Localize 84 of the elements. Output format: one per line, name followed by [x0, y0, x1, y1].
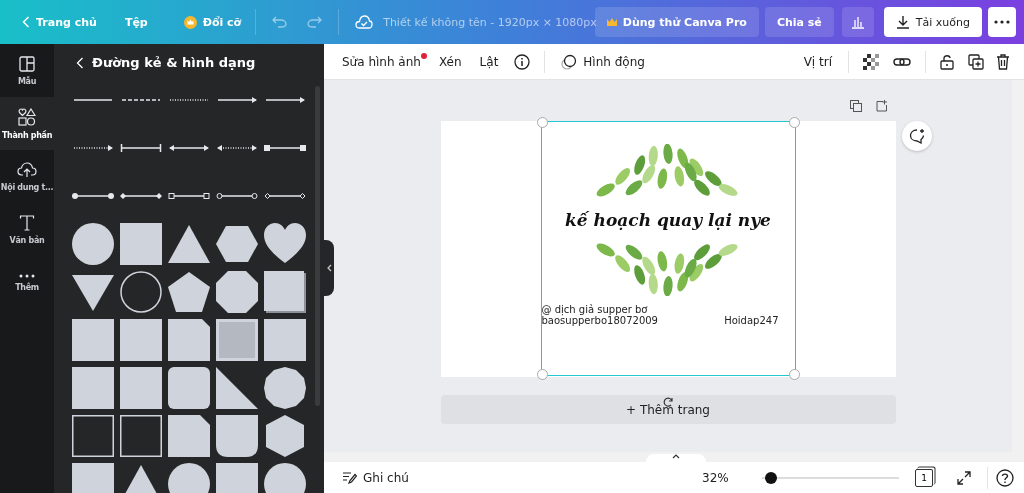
shape-icon[interactable] [120, 271, 162, 313]
notes-button[interactable]: Ghi chú [334, 465, 417, 490]
line-style-icon[interactable] [216, 190, 258, 202]
line-style-icon[interactable] [216, 142, 258, 154]
add-page-button[interactable]: + Thêm trang [440, 395, 896, 424]
shapes-icon [18, 107, 36, 126]
edit-image-button[interactable]: Sửa hình ảnh [334, 49, 429, 74]
page-count[interactable]: 1 [915, 468, 933, 487]
line-style-icon[interactable] [168, 142, 210, 154]
shape-icon[interactable] [216, 367, 258, 409]
shape-icon[interactable] [120, 415, 162, 457]
line-style-icon[interactable] [120, 190, 162, 202]
resize-handle[interactable] [788, 369, 800, 380]
credit-text: @ dịch giả supper bơ [541, 304, 648, 315]
flip-button[interactable]: Lật [471, 49, 507, 74]
line-style-icon[interactable] [216, 94, 258, 106]
shape-icon[interactable] [72, 223, 114, 265]
resize-handle[interactable] [536, 369, 548, 380]
chevron-icon [326, 264, 332, 272]
design-title: kế hoạch quay lại nye [565, 210, 771, 230]
more-options-icon[interactable] [988, 7, 1016, 37]
line-style-icon[interactable] [264, 190, 306, 202]
lock-icon[interactable] [940, 53, 954, 70]
crown-icon [606, 18, 617, 26]
sidebar-tab[interactable]: Văn bản [0, 203, 54, 256]
fullscreen-icon[interactable] [957, 470, 971, 485]
add-comment-icon[interactable] [902, 121, 932, 151]
sidebar-tab[interactable]: Nội dung t... [0, 150, 54, 203]
line-style-icon[interactable] [264, 142, 306, 154]
sidebar-tab[interactable]: Thành phần [0, 97, 54, 150]
help-icon[interactable] [996, 468, 1014, 487]
chart-icon[interactable] [841, 7, 874, 37]
download-icon [895, 15, 910, 29]
line-style-icon[interactable] [120, 142, 162, 154]
panel-collapse-handle[interactable] [324, 240, 334, 296]
layout-icon [19, 55, 35, 72]
info-icon[interactable] [514, 53, 531, 70]
cloud-upload-icon [17, 161, 37, 178]
text-icon [19, 214, 35, 231]
watermark-text: Hoidap247 [724, 315, 779, 326]
resize-handle[interactable] [788, 117, 800, 128]
position-button[interactable]: Vị trí [795, 49, 840, 74]
sidebar-tab[interactable]: Thêm [0, 256, 54, 309]
scrollbar[interactable] [1012, 80, 1024, 462]
shape-icon[interactable] [264, 415, 306, 457]
shape-icon[interactable] [216, 415, 258, 457]
shape-icon[interactable] [168, 223, 210, 265]
animate-icon [561, 53, 578, 70]
shape-icon[interactable] [72, 415, 114, 457]
shape-icon[interactable] [216, 271, 258, 313]
line-style-icon[interactable] [72, 142, 114, 154]
transparency-icon[interactable] [863, 53, 879, 70]
resize-handle[interactable] [536, 117, 548, 128]
document-title: Thiết kế không tên - 1920px × 1080px [383, 15, 595, 29]
shape-icon[interactable] [264, 463, 306, 493]
slider-thumb[interactable] [764, 471, 777, 484]
trash-icon[interactable] [996, 53, 1010, 70]
duplicate-page-icon[interactable] [850, 100, 862, 112]
zoom-percentage: 32% [702, 470, 730, 485]
download-button[interactable]: Tải xuống [883, 7, 982, 37]
more-icon [19, 273, 35, 278]
credit-text: baosupperbo18072009 [541, 315, 658, 326]
shape-icon[interactable] [264, 223, 306, 265]
line-style-icon[interactable] [72, 190, 114, 202]
line-style-icon[interactable] [264, 94, 306, 106]
line-style-icon[interactable] [168, 190, 210, 202]
share-button[interactable]: Chia sẻ [764, 7, 834, 37]
link-icon[interactable] [893, 55, 911, 68]
sidebar-tab[interactable]: Mẫu [0, 44, 54, 97]
scrollbar[interactable] [324, 452, 1012, 462]
crop-button[interactable]: Xén [430, 49, 470, 74]
shape-icon[interactable] [168, 463, 210, 493]
back-icon[interactable] [76, 56, 84, 69]
animate-button[interactable]: Hình động [553, 48, 653, 75]
notes-icon [342, 471, 357, 484]
add-page-icon[interactable] [876, 100, 888, 112]
duplicate-icon[interactable] [968, 53, 984, 70]
shape-icon[interactable] [168, 271, 210, 313]
back-icon [22, 16, 30, 28]
crown-icon [183, 15, 197, 29]
panel-title: Đường kẻ & hình dạng [92, 55, 256, 70]
shape-icon[interactable] [264, 367, 306, 409]
shape-icon[interactable] [216, 223, 258, 265]
shape-icon[interactable] [168, 415, 210, 457]
